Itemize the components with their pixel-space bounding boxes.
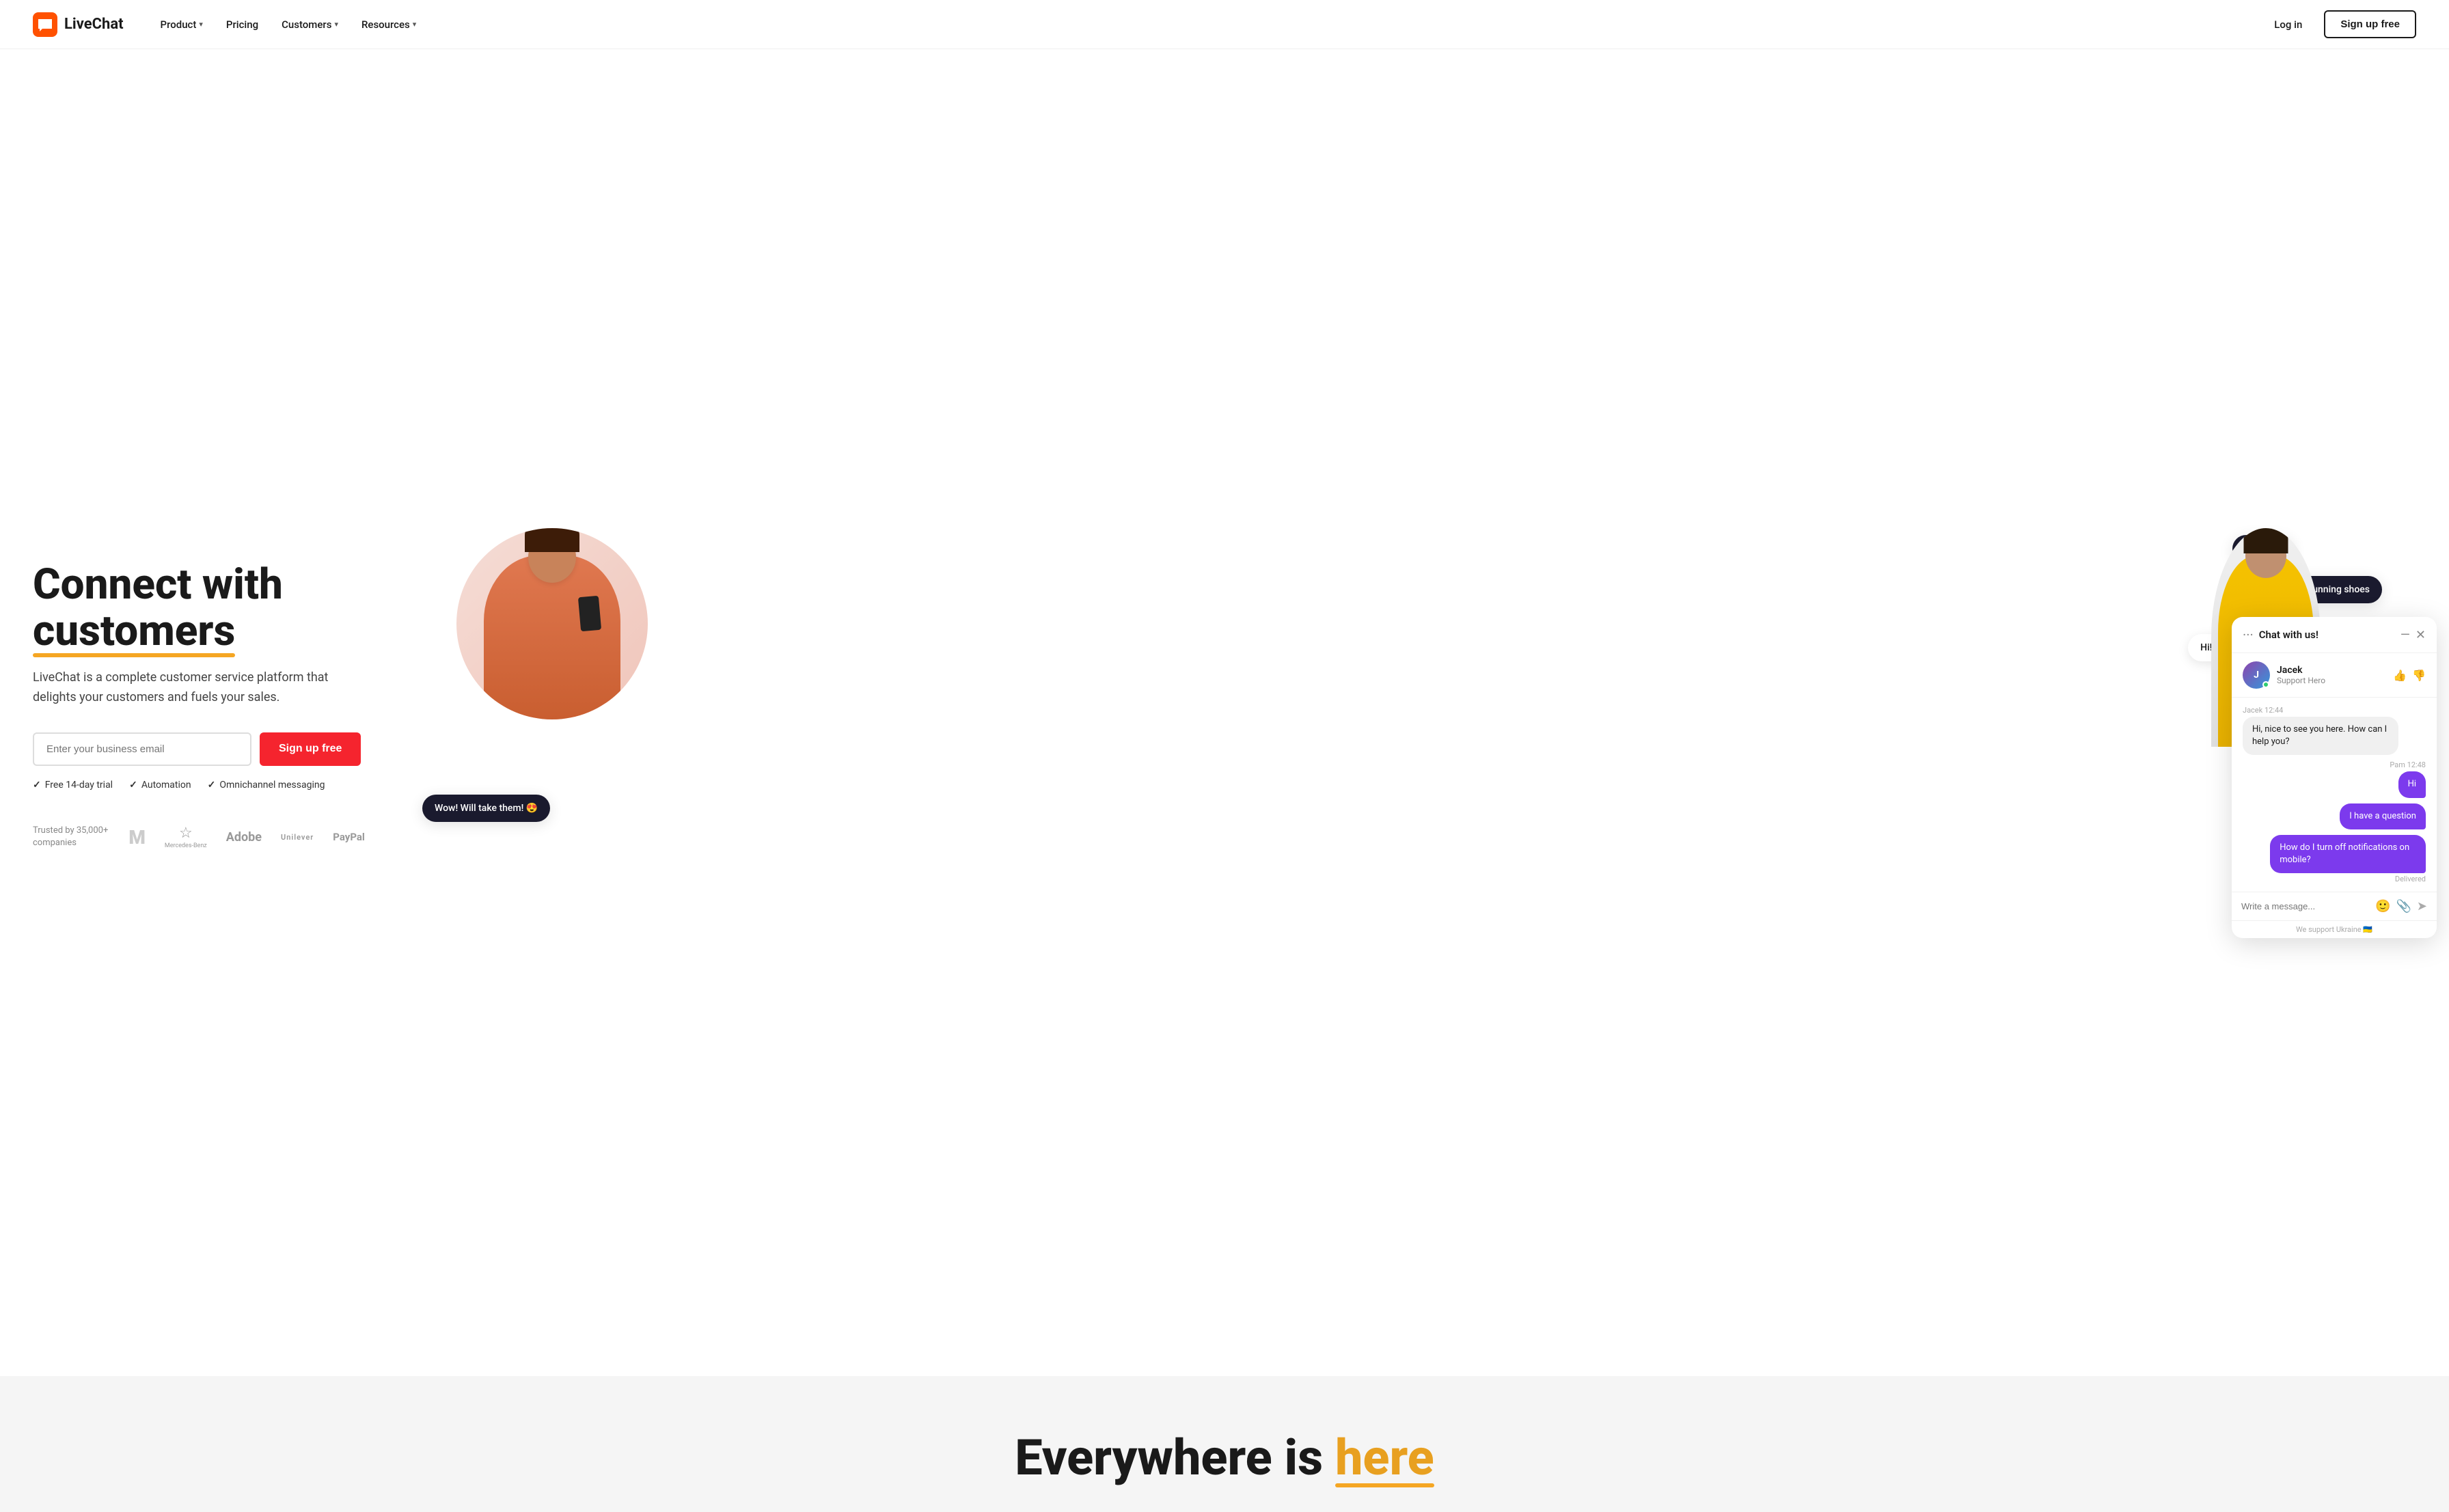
trusted-text: Trusted by 35,000+ companies: [33, 825, 108, 849]
agent-role: Support Hero: [2277, 676, 2386, 685]
signup-nav-button[interactable]: Sign up free: [2324, 10, 2416, 38]
trusted-section: Trusted by 35,000+ companies M ☆ Mercede…: [33, 825, 415, 850]
paypal-logo: PayPal: [333, 831, 365, 843]
msg-row-user-question: I have a question: [2243, 803, 2426, 829]
agent-avatar: J: [2243, 661, 2270, 689]
features-list: ✓ Free 14-day trial ✓ Automation ✓ Omnic…: [33, 780, 415, 791]
unilever-logo: Unilever: [281, 833, 314, 842]
check-icon-trial: ✓: [33, 780, 41, 791]
close-icon[interactable]: ✕: [2416, 628, 2426, 642]
msg-user-hi-bubble: Hi: [2398, 771, 2426, 797]
nav-links: Product ▾ Pricing Customers ▾ Resources …: [151, 13, 2264, 36]
minimize-icon[interactable]: —: [2400, 628, 2410, 642]
bubble-wow: Wow! Will take them! 😍: [422, 795, 550, 822]
msg-time-user: Pam 12:48: [2243, 760, 2426, 769]
nav-customers[interactable]: Customers ▾: [272, 13, 348, 36]
msg-user-long-bubble: How do I turn off notifications on mobil…: [2270, 835, 2426, 873]
ukraine-support-text: We support Ukraine 🇺🇦: [2232, 920, 2437, 938]
customers-chevron-icon: ▾: [334, 20, 338, 29]
attachment-icon[interactable]: 📎: [2396, 899, 2411, 913]
chat-widget-header: ··· Chat with us! — ✕: [2232, 617, 2437, 653]
mercedes-logo: ☆ Mercedes-Benz: [165, 825, 207, 850]
chat-widget: ··· Chat with us! — ✕ J Jacek Support He…: [2232, 617, 2437, 938]
chat-header-actions: — ✕: [2400, 628, 2426, 642]
partner-logos: M ☆ Mercedes-Benz Adobe Unilever PayPal: [128, 825, 365, 850]
email-form: Sign up free: [33, 732, 415, 766]
msg-user-question-bubble: I have a question: [2340, 803, 2426, 829]
msg-time-agent: Jacek 12:44: [2243, 706, 2426, 715]
feature-automation: ✓ Automation: [129, 780, 191, 791]
login-button[interactable]: Log in: [2263, 13, 2313, 36]
logo-text: LiveChat: [64, 16, 124, 33]
emoji-icon[interactable]: 🙂: [2375, 899, 2390, 913]
hero-left: Connect with customers LiveChat is a com…: [33, 562, 415, 850]
chat-input-icons: 🙂 📎 ➤: [2375, 899, 2427, 913]
agent-name: Jacek: [2277, 665, 2386, 676]
check-icon-automation: ✓: [129, 780, 137, 791]
nav-pricing[interactable]: Pricing: [217, 13, 268, 36]
chat-agent-row: J Jacek Support Hero 👍 👎: [2232, 653, 2437, 698]
delivered-label: Delivered: [2243, 875, 2426, 883]
msg-row-user-hi: Pam 12:48 Hi: [2243, 760, 2426, 797]
livechat-logo-icon: [33, 12, 57, 37]
hero-subtitle: LiveChat is a complete customer service …: [33, 668, 361, 708]
nav-resources[interactable]: Resources ▾: [352, 13, 426, 36]
nav-product[interactable]: Product ▾: [151, 13, 213, 36]
resources-chevron-icon: ▾: [413, 20, 417, 29]
online-status-dot: [2262, 681, 2269, 688]
agent-info: Jacek Support Hero: [2277, 665, 2386, 685]
hero-section: Connect with customers LiveChat is a com…: [0, 49, 2449, 1376]
thumbs-down-button[interactable]: 👎: [2412, 669, 2426, 682]
feature-omni: ✓ Omnichannel messaging: [208, 780, 325, 791]
msg-agent-bubble: Hi, nice to see you here. How can I help…: [2243, 717, 2398, 755]
chat-widget-title: Chat with us!: [2259, 629, 2318, 641]
bottom-section: Everywhere is here: [0, 1376, 2449, 1512]
msg-row-user-long: How do I turn off notifications on mobil…: [2243, 835, 2426, 883]
hero-title: Connect with customers: [33, 562, 415, 655]
agent-rating: 👍 👎: [2393, 669, 2426, 682]
check-icon-omni: ✓: [208, 780, 216, 791]
feature-trial: ✓ Free 14-day trial: [33, 780, 113, 791]
hero-illustration: Hello 👋 I'm looking for running shoes Hi…: [415, 508, 2416, 904]
send-button[interactable]: ➤: [2417, 899, 2427, 913]
email-input[interactable]: [33, 732, 251, 766]
chat-text-input[interactable]: [2241, 901, 2370, 911]
adobe-logo: Adobe: [226, 830, 262, 844]
product-chevron-icon: ▾: [199, 20, 203, 29]
woman-phone: [578, 596, 601, 631]
agent-hair: [2244, 528, 2288, 553]
bottom-title-highlight: here: [1335, 1431, 1434, 1485]
mcdonalds-logo: M: [128, 826, 146, 849]
msg-row-agent: Jacek 12:44 Hi, nice to see you here. Ho…: [2243, 706, 2426, 755]
chat-messages: Jacek 12:44 Hi, nice to see you here. Ho…: [2232, 698, 2437, 892]
signup-hero-button[interactable]: Sign up free: [260, 732, 361, 766]
bottom-title: Everywhere is here: [33, 1431, 2416, 1485]
more-options-icon[interactable]: ···: [2243, 627, 2254, 643]
woman-circle: [456, 528, 648, 719]
woman-hair: [525, 528, 579, 552]
chat-widget-input-area: 🙂 📎 ➤: [2232, 892, 2437, 920]
thumbs-up-button[interactable]: 👍: [2393, 669, 2407, 682]
navbar: LiveChat Product ▾ Pricing Customers ▾ R…: [0, 0, 2449, 49]
logo-link[interactable]: LiveChat: [33, 12, 124, 37]
nav-actions: Log in Sign up free: [2263, 10, 2416, 38]
